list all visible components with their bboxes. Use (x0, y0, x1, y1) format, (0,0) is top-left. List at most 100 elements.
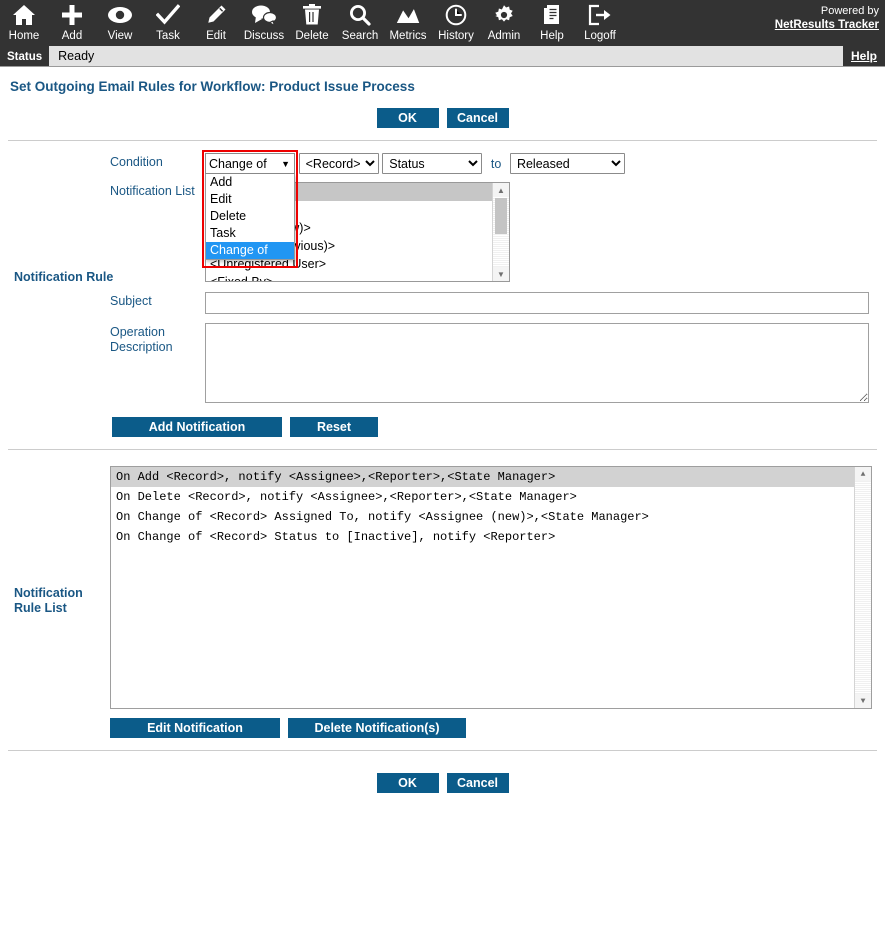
toolbar-item-task[interactable]: Task (144, 0, 192, 46)
exit-icon (587, 2, 613, 28)
field-select[interactable]: Status (382, 153, 483, 174)
reset-button[interactable]: Reset (290, 417, 378, 437)
ok-button-bottom[interactable]: OK (376, 773, 439, 793)
speech-bubbles-icon (251, 2, 277, 28)
toolbar-item-discuss[interactable]: Discuss (240, 0, 288, 46)
notification-rule-list[interactable]: On Add <Record>, notify <Assignee>,<Repo… (110, 466, 872, 709)
delete-notification-button[interactable]: Delete Notification(s) (288, 718, 466, 738)
toolbar-item-metrics[interactable]: Metrics (384, 0, 432, 46)
subject-input[interactable] (205, 292, 869, 314)
status-bar: Status Ready Help (0, 46, 885, 67)
toolbar-item-logoff[interactable]: Logoff (576, 0, 624, 46)
document-icon (539, 2, 565, 28)
toolbar-label: Metrics (389, 30, 427, 42)
help-link[interactable]: Help (851, 49, 877, 63)
status-tag: Status (0, 46, 50, 66)
condition-option-edit[interactable]: Edit (206, 191, 294, 208)
pencil-icon (203, 2, 229, 28)
notification-list-field: <Assignee (new)> <Assignee (previous)> <… (205, 182, 885, 282)
condition-select[interactable]: Change of ▼ (205, 153, 295, 174)
toolbar-label: History (438, 30, 474, 42)
list-item[interactable]: On Add <Record>, notify <Assignee>,<Repo… (111, 467, 871, 487)
operation-description-field (205, 323, 885, 406)
toolbar-item-delete[interactable]: Delete (288, 0, 336, 46)
condition-select-wrapper: Change of ▼ Add Edit Delete Task Change … (202, 150, 298, 268)
scroll-up-icon[interactable]: ▲ (855, 467, 871, 481)
condition-option-change-of[interactable]: Change of (206, 242, 294, 259)
branding: Powered by NetResults Tracker (775, 4, 879, 32)
notification-rule-list-label: Notification Rule List (14, 586, 83, 615)
toolbar-item-help[interactable]: Help (528, 0, 576, 46)
condition-option-add[interactable]: Add (206, 174, 294, 191)
toolbar-label: Admin (487, 30, 521, 42)
status-help[interactable]: Help (842, 46, 885, 66)
notification-list-row: Notification List <Assignee (new)> <Assi… (0, 182, 885, 282)
toolbar-item-view[interactable]: View (96, 0, 144, 46)
toolbar-label: Task (156, 30, 180, 42)
rule-list-scrollbar[interactable]: ▲ ▼ (854, 467, 871, 708)
ok-button-top[interactable]: OK (376, 108, 439, 128)
scroll-up-icon[interactable]: ▲ (493, 183, 509, 197)
toolbar-item-history[interactable]: History (432, 0, 480, 46)
toolbar-label: View (107, 30, 133, 42)
toolbar-label: Search (341, 30, 379, 42)
notification-list-label: Notification List (110, 184, 195, 198)
bottom-button-row: OK Cancel (0, 773, 885, 793)
toolbar-item-edit[interactable]: Edit (192, 0, 240, 46)
edit-notification-button[interactable]: Edit Notification (110, 718, 280, 738)
operation-description-textarea[interactable] (205, 323, 869, 403)
value-select[interactable]: Released (509, 153, 625, 174)
toolbar-label: Help (540, 30, 564, 42)
condition-label: Condition (110, 155, 163, 169)
toolbar-item-home[interactable]: Home (0, 0, 48, 46)
notification-rule-list-section: Notification Rule List On Add <Record>, … (0, 466, 885, 709)
notification-rule-section: Condition Change of ▼ Add Edit Delete Ta… (0, 141, 885, 437)
cancel-button-top[interactable]: Cancel (446, 108, 509, 128)
toolbar-label: Add (61, 30, 83, 42)
magnifier-icon (347, 2, 373, 28)
page-title: Set Outgoing Email Rules for Workflow: P… (10, 79, 415, 94)
operation-description-row: Operation Description (0, 323, 885, 406)
condition-option-task[interactable]: Task (206, 225, 294, 242)
condition-controls: Change of ▼ Add Edit Delete Task Change … (202, 150, 885, 268)
scroll-down-icon[interactable]: ▼ (855, 694, 871, 708)
record-select[interactable]: <Record> (298, 153, 379, 174)
condition-row: Condition Change of ▼ Add Edit Delete Ta… (0, 150, 885, 268)
clock-icon (443, 2, 469, 28)
toolbar-label: Discuss (243, 30, 285, 42)
divider-bottom (8, 750, 877, 751)
toolbar-label: Home (8, 30, 40, 42)
list-item[interactable]: On Change of <Record> Status to [Inactiv… (111, 527, 871, 547)
notification-list-scrollbar[interactable]: ▲ ▼ (492, 183, 509, 281)
notification-action-row: Add Notification Reset (0, 417, 885, 437)
scrollbar-thumb[interactable] (495, 198, 507, 234)
branding-link[interactable]: NetResults Tracker (775, 19, 879, 31)
toolbar-item-admin[interactable]: Admin (480, 0, 528, 46)
list-item[interactable]: <Fixed By> (206, 273, 509, 281)
top-button-row: OK Cancel (0, 108, 885, 128)
condition-option-delete[interactable]: Delete (206, 208, 294, 225)
list-item[interactable]: On Delete <Record>, notify <Assignee>,<R… (111, 487, 871, 507)
toolbar-label: Logoff (584, 30, 616, 42)
subject-row: Subject (0, 292, 885, 314)
subject-field (205, 292, 885, 314)
divider-middle (8, 449, 877, 450)
scroll-down-icon[interactable]: ▼ (493, 267, 509, 281)
toolbar-label: Delete (295, 30, 329, 42)
to-label: to (490, 156, 502, 171)
home-icon (11, 2, 37, 28)
chevron-down-icon: ▼ (281, 158, 290, 169)
eye-icon (107, 2, 133, 28)
main-toolbar: Home Add View Task Edit Discuss Delete S… (0, 0, 885, 46)
toolbar-item-add[interactable]: Add (48, 0, 96, 46)
condition-select-value: Change of (209, 156, 267, 171)
check-icon (155, 2, 181, 28)
list-item[interactable]: On Change of <Record> Assigned To, notif… (111, 507, 871, 527)
condition-select-options[interactable]: Add Edit Delete Task Change of (205, 174, 295, 260)
cancel-button-bottom[interactable]: Cancel (446, 773, 509, 793)
add-notification-button[interactable]: Add Notification (112, 417, 282, 437)
status-text: Ready (58, 49, 95, 63)
toolbar-item-search[interactable]: Search (336, 0, 384, 46)
branding-powered-by: Powered by (820, 5, 879, 17)
subject-label: Subject (110, 294, 152, 308)
